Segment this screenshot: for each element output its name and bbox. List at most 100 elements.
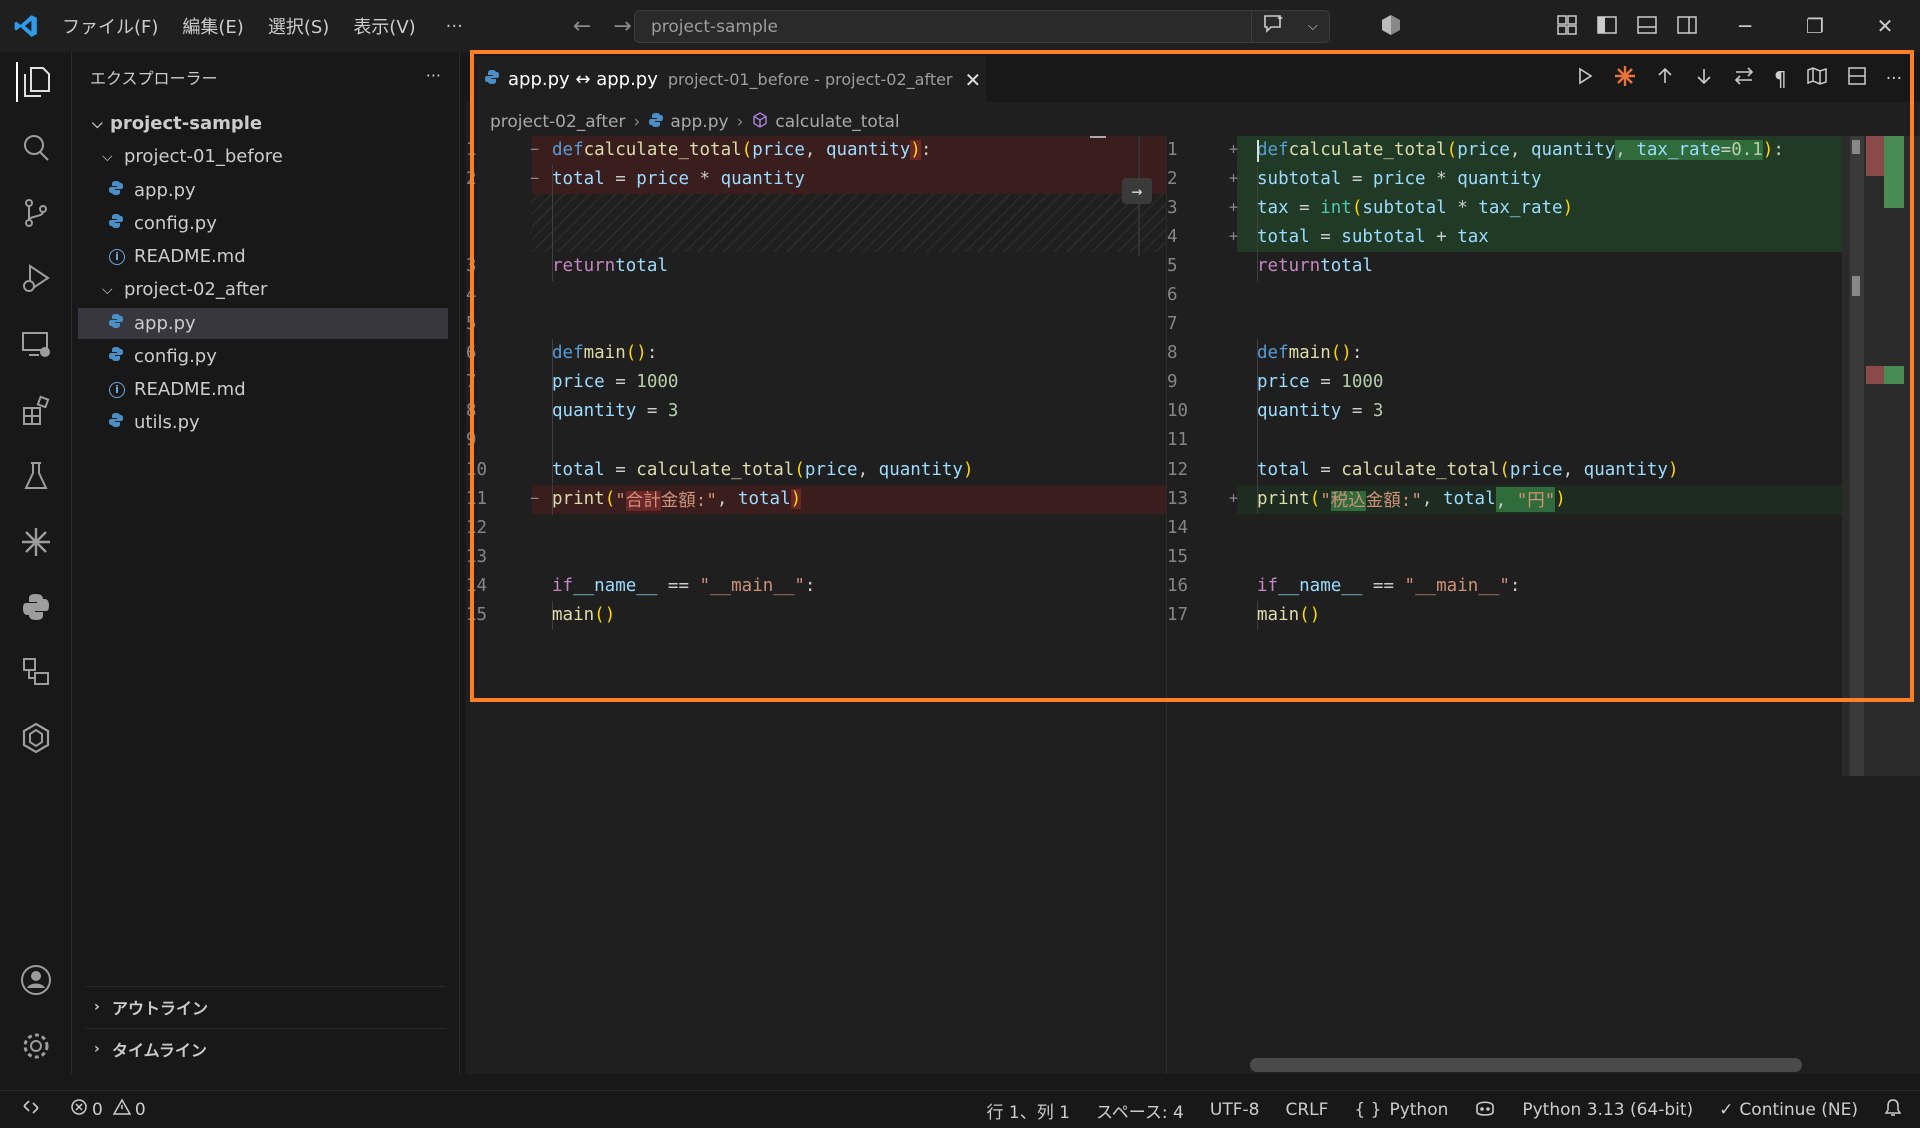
breadcrumb-file[interactable]: app.py	[670, 112, 728, 132]
encoding[interactable]: UTF-8	[1210, 1100, 1260, 1120]
file-config-py-after[interactable]: config.py	[72, 341, 460, 372]
diff-modified-pane[interactable]: 1 + 2 + 3 + 4 + 5 6 7 8 9 10 11 12 13 + …	[1166, 136, 1858, 1074]
minimize-button[interactable]: ─	[1710, 0, 1780, 52]
line-number: 14	[466, 576, 488, 597]
outline-section[interactable]: › アウトライン	[86, 986, 446, 1026]
line-number: 16	[1167, 576, 1189, 597]
copilot-icon[interactable]	[1380, 14, 1402, 41]
next-change-icon[interactable]	[1694, 66, 1714, 91]
menu-file[interactable]: ファイル(F)	[62, 13, 158, 39]
problems-indicator[interactable]: 0 0	[70, 1098, 146, 1121]
line-number: 8	[466, 401, 477, 422]
source-control-icon[interactable]	[16, 193, 56, 233]
toggle-primary-sidebar-icon[interactable]	[1596, 14, 1618, 41]
file-app-py-before[interactable]: app.py	[72, 175, 460, 206]
menu-bar: ファイル(F) 編集(E) 選択(S) 表示(V)	[62, 13, 416, 39]
cursor-position[interactable]: 行 1、列 1	[987, 1098, 1070, 1123]
run-icon[interactable]	[1575, 66, 1595, 91]
run-debug-icon[interactable]	[16, 258, 56, 298]
previous-change-icon[interactable]	[1655, 66, 1675, 91]
scrollbar-thumb[interactable]	[1852, 276, 1860, 296]
chat-button[interactable]: ⌵	[1251, 11, 1329, 42]
claude-sparkle-icon[interactable]	[1614, 65, 1636, 92]
more-actions-icon[interactable]: ···	[1886, 69, 1902, 89]
explorer-icon[interactable]	[16, 62, 56, 102]
file-app-py-after[interactable]: app.py	[78, 308, 448, 339]
diff-overview-ruler[interactable]	[1842, 136, 1920, 776]
menu-edit[interactable]: 編集(E)	[182, 13, 243, 39]
continue-status[interactable]: ✓ Continue (NE)	[1719, 1100, 1858, 1120]
split-layout-icon[interactable]	[1847, 66, 1867, 91]
code-line: def main():	[552, 343, 658, 364]
chevron-right-icon: ›	[633, 112, 641, 132]
toggle-secondary-sidebar-icon[interactable]	[1676, 14, 1698, 41]
tab-diff-app-py[interactable]: app.py ↔ app.py project-01_before - proj…	[470, 56, 986, 102]
close-window-button[interactable]: ✕	[1850, 0, 1920, 52]
line-number: 15	[466, 605, 488, 626]
line-number: 10	[1167, 401, 1189, 422]
restore-button[interactable]: ❐	[1780, 0, 1850, 52]
line-number: 1	[1167, 140, 1178, 161]
search-icon[interactable]	[16, 128, 56, 168]
toggle-panel-icon[interactable]	[1636, 14, 1658, 41]
whitespace-icon[interactable]: ¶	[1774, 67, 1787, 91]
code-line: subtotal = price * quantity	[1257, 169, 1542, 190]
command-center[interactable]: project-sample ⌵	[634, 10, 1330, 43]
extensions-icon[interactable]	[16, 390, 56, 430]
language-mode[interactable]: { } Python	[1354, 1100, 1448, 1120]
file-config-py-before[interactable]: config.py	[72, 208, 460, 239]
folder-project-02-after[interactable]: ⌵ project-02_after	[72, 274, 460, 305]
code-line: print("合計金額:", total)	[552, 489, 802, 511]
map-icon[interactable]	[1806, 66, 1828, 91]
diff-original-pane[interactable]: 1 − 2 − 3 4 5 6 7 8 9 10 11 − 12 13 14 1…	[466, 136, 1170, 1074]
testing-flask-icon[interactable]	[16, 456, 56, 496]
diff-editor-group: app.py ↔ app.py project-01_before - proj…	[466, 52, 1920, 1074]
code-line: main()	[552, 605, 616, 626]
file-readme-after[interactable]: i README.md	[72, 374, 460, 405]
remote-explorer-icon[interactable]	[16, 324, 56, 364]
extension-hexagon-icon[interactable]	[16, 718, 56, 758]
warning-icon	[112, 1098, 132, 1121]
revert-arrow-icon[interactable]: →	[1122, 178, 1152, 204]
end-of-line[interactable]: CRLF	[1285, 1100, 1328, 1120]
file-utils-py[interactable]: utils.py	[72, 407, 460, 438]
copilot-status-icon[interactable]	[1474, 1098, 1496, 1123]
python-interpreter[interactable]: Python 3.13 (64-bit)	[1522, 1100, 1693, 1120]
remote-indicator-icon[interactable]	[22, 1098, 40, 1121]
file-readme-before[interactable]: i README.md	[72, 241, 460, 272]
swap-sides-icon[interactable]	[1733, 66, 1755, 91]
settings-gear-icon[interactable]	[16, 1026, 56, 1066]
title-bar: ファイル(F) 編集(E) 選択(S) 表示(V) ··· ← → projec…	[0, 0, 1920, 52]
timeline-section[interactable]: › タイムライン	[86, 1028, 446, 1068]
menu-selection[interactable]: 選択(S)	[268, 13, 329, 39]
menu-more-button[interactable]: ···	[446, 16, 463, 37]
code-line: print("税込金額:", total, "円")	[1257, 485, 1920, 514]
forward-arrow-icon[interactable]: →	[613, 14, 631, 39]
python-icon[interactable]	[16, 587, 56, 627]
back-arrow-icon[interactable]: ←	[573, 14, 591, 39]
project-manager-icon[interactable]	[16, 652, 56, 692]
notifications-bell-icon[interactable]	[1884, 1098, 1902, 1123]
breadcrumb-symbol[interactable]: calculate_total	[775, 112, 899, 132]
code-line: price = 1000	[1257, 372, 1384, 393]
customize-layout-icon[interactable]	[1556, 14, 1578, 41]
code-line: def calculate_total(price, quantity):	[552, 140, 932, 161]
indentation[interactable]: スペース: 4	[1096, 1098, 1184, 1123]
line-number: 9	[1167, 372, 1178, 393]
folder-label: project-sample	[110, 113, 263, 134]
claude-sparkle-icon[interactable]	[16, 522, 56, 562]
breadcrumb-folder[interactable]: project-02_after	[490, 112, 626, 132]
horizontal-scrollbar[interactable]	[1250, 1058, 1802, 1072]
explorer-more-button[interactable]: ···	[426, 66, 441, 85]
folder-project-sample[interactable]: ⌵ project-sample	[72, 108, 460, 139]
folder-project-01-before[interactable]: ⌵ project-01_before	[72, 141, 460, 172]
line-number: 8	[1167, 343, 1178, 364]
python-file-icon	[484, 69, 500, 90]
menu-view[interactable]: 表示(V)	[353, 13, 415, 39]
vscode-logo-icon	[0, 0, 52, 52]
code-line: total = subtotal + tax	[1257, 227, 1489, 248]
accounts-icon[interactable]	[16, 960, 56, 1000]
close-tab-icon[interactable]: ✕	[965, 68, 982, 92]
error-icon	[70, 1098, 88, 1121]
line-number: 3	[1167, 198, 1178, 219]
